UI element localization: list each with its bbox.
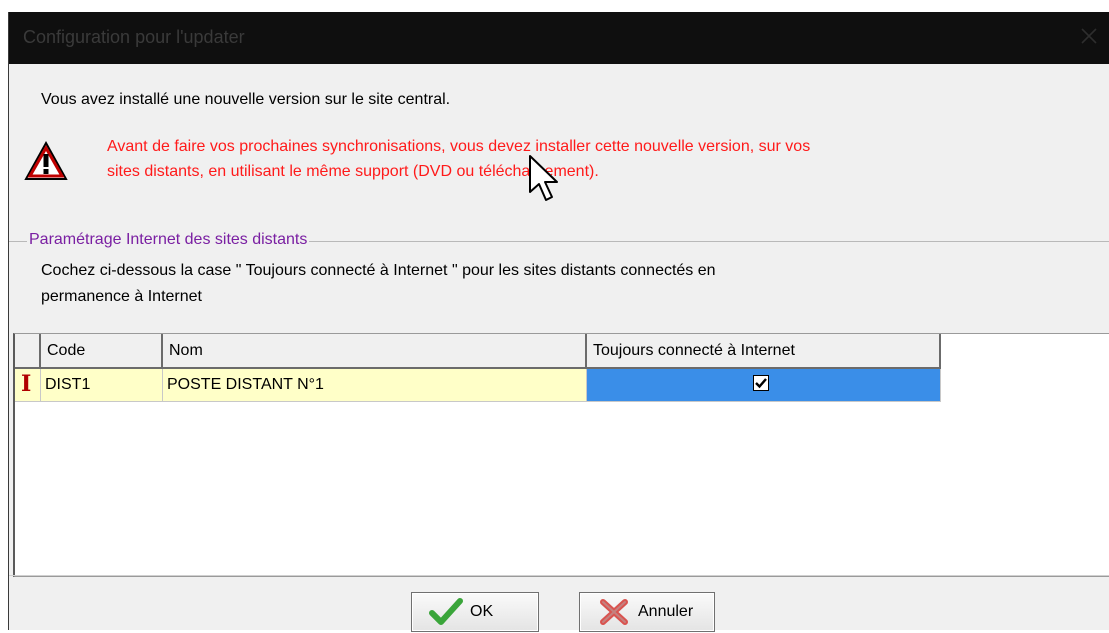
- cell-nom[interactable]: POSTE DISTANT N°1: [163, 369, 587, 402]
- instruction-line-1: Cochez ci-dessous la case " Toujours con…: [41, 262, 716, 279]
- dialog-window: Configuration pour l'updater Vous avez i…: [8, 12, 1109, 632]
- warning-message: Avant de faire vos prochaines synchronis…: [107, 134, 1097, 184]
- checkmark-icon: [426, 596, 466, 628]
- intro-text: Vous avez installé une nouvelle version …: [41, 91, 451, 108]
- close-icon[interactable]: [1079, 26, 1099, 46]
- cross-icon: [594, 596, 634, 628]
- column-header-toujours-connecte[interactable]: Toujours connecté à Internet: [587, 334, 941, 369]
- group-title: Paramétrage Internet des sites distants: [27, 231, 310, 249]
- grid-header-indicator: [15, 334, 41, 369]
- cell-code[interactable]: DIST1: [41, 369, 163, 402]
- warning-line-2: sites distants, en utilisant le même sup…: [107, 163, 599, 180]
- row-indicator-icon: I: [21, 371, 32, 397]
- cancel-button[interactable]: Annuler: [579, 592, 715, 632]
- warning-line-1: Avant de faire vos prochaines synchronis…: [107, 138, 811, 155]
- mouse-cursor-icon: [527, 154, 561, 206]
- column-header-nom[interactable]: Nom: [163, 334, 587, 369]
- instruction-line-2: permanence à Internet: [41, 288, 202, 305]
- cancel-label: Annuler: [638, 603, 694, 620]
- window-title: Configuration pour l'updater: [23, 27, 245, 47]
- column-header-code[interactable]: Code: [41, 334, 163, 369]
- title-bar[interactable]: Configuration pour l'updater: [9, 12, 1109, 64]
- sites-grid[interactable]: Code Nom Toujours connecté à Internet I …: [13, 333, 1109, 577]
- group-instruction: Cochez ci-dessous la case " Toujours con…: [41, 258, 1021, 310]
- warning-triangle-icon: [24, 140, 68, 182]
- checkmark-icon: [755, 378, 767, 389]
- cell-toujours-connecte[interactable]: [587, 369, 941, 402]
- button-separator: [9, 575, 1109, 576]
- ok-label: OK: [470, 603, 494, 620]
- toujours-connecte-checkbox[interactable]: [753, 375, 769, 391]
- row-indicator[interactable]: I: [15, 369, 41, 402]
- ok-button[interactable]: OK: [411, 592, 539, 632]
